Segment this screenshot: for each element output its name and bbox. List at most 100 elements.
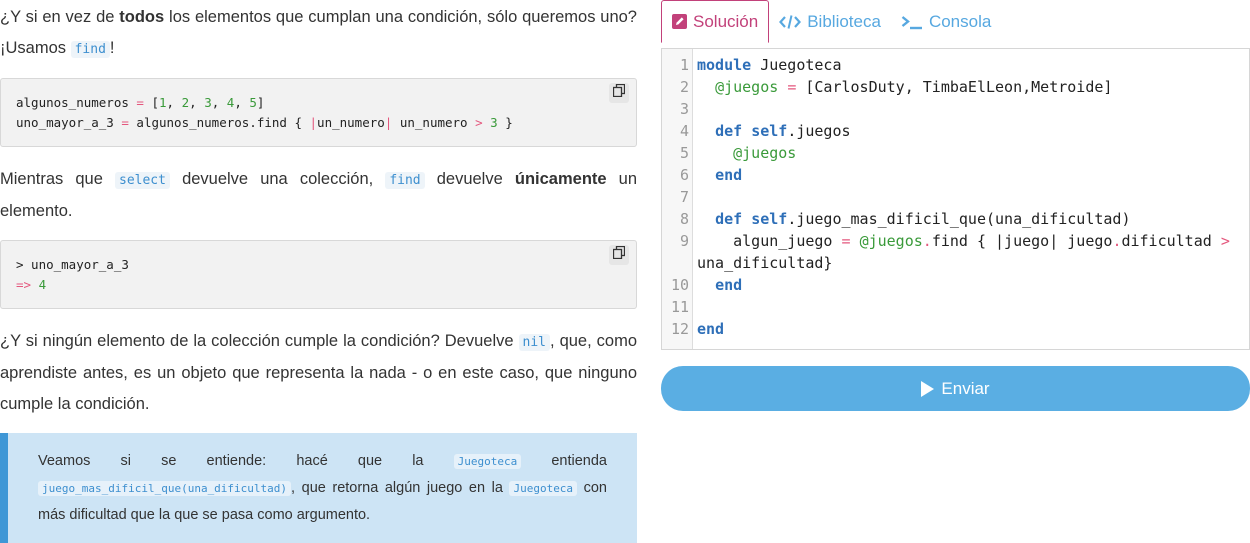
console-example: > uno_mayor_a_3 => 4	[0, 240, 637, 309]
editor-line: 7	[662, 186, 1250, 208]
editor-tabs: Solución Biblioteca Consola	[661, 0, 1250, 43]
tab-consola[interactable]: Consola	[891, 0, 1001, 43]
code-instance-var: @juegos	[733, 144, 797, 162]
callout-text: entienda	[521, 453, 607, 469]
callout-text: , que retorna algún juego en la	[291, 480, 510, 496]
code-keyword: module	[697, 56, 752, 74]
para-text: devuelve una colección,	[169, 170, 386, 188]
code-number: 3	[204, 95, 212, 110]
code-example-find: algunos_numeros = [1, 2, 3, 4, 5] uno_ma…	[0, 78, 637, 147]
tab-biblioteca[interactable]: Biblioteca	[769, 0, 891, 43]
code-number: 2	[181, 95, 190, 110]
code-keyword: end	[715, 276, 743, 294]
code-operator: =	[121, 114, 129, 130]
editor-line: 2 @juegos = [CarlosDuty, TimbaElLeon,Met…	[662, 76, 1250, 98]
code-instance-var: @juegos	[715, 78, 779, 96]
code-text: un_numero	[392, 114, 476, 130]
code-text: }	[497, 114, 513, 130]
editor-panel: Solución Biblioteca Consola 1 module Jueg…	[661, 0, 1250, 543]
exercise-callout: Veamos si se entiende: hacé que la Juego…	[0, 433, 637, 543]
line-number: 8	[679, 210, 689, 228]
para-text: devuelve	[424, 170, 515, 188]
code-text: [CarlosDuty, TimbaElLeon,Metroide]	[796, 78, 1113, 96]
code-text: dificultad	[1121, 232, 1221, 250]
editor-line: 5 @juegos	[662, 142, 1250, 164]
code-instance-var: @juegos	[859, 232, 923, 250]
inline-code-nil: nil	[518, 334, 551, 351]
code-text: .juegos	[787, 122, 851, 140]
code-keyword: end	[697, 320, 725, 338]
code-number: 4	[226, 95, 235, 110]
line-number: 12	[670, 320, 689, 338]
submit-button[interactable]: Enviar	[661, 366, 1250, 411]
editor-line: 11	[662, 296, 1250, 318]
inline-code-select: select	[115, 172, 170, 189]
code-pipe: |	[309, 114, 318, 130]
para-text: ¿Y si ningún elemento de la colección cu…	[0, 332, 519, 350]
play-icon	[921, 380, 935, 397]
code-editor[interactable]: 1 module Juegoteca 2 @juegos = [CarlosDut…	[661, 48, 1250, 350]
code-operator: =	[136, 95, 144, 110]
code-text: [	[143, 95, 160, 110]
line-number: 7	[679, 188, 689, 206]
code-keyword: end	[715, 166, 743, 184]
code-number: 1	[159, 95, 167, 110]
tab-solucion[interactable]: Solución	[661, 0, 770, 43]
console-result: 4	[38, 276, 47, 292]
copy-icon	[612, 245, 626, 265]
line-number: 2	[679, 78, 689, 96]
editor-line: 9 algun_juego = @juegos.find { |juego| j…	[662, 230, 1250, 252]
editor-line-wrap: una_dificultad}	[662, 252, 1250, 274]
editor-line: 10 end	[662, 274, 1250, 296]
code-keyword: self	[751, 210, 788, 228]
code-keyword: self	[751, 122, 788, 140]
code-operator: =	[787, 78, 797, 96]
intro-text-3: !	[109, 39, 115, 57]
code-operator: =	[841, 232, 851, 250]
code-dot: .	[922, 232, 932, 250]
tab-biblioteca-label: Biblioteca	[807, 11, 881, 31]
callout-text: Veamos si se entiende: hacé que la	[38, 453, 454, 469]
edit-icon	[672, 14, 687, 29]
editor-line: 3	[662, 98, 1250, 120]
line-number: 6	[679, 166, 689, 184]
line-number: 4	[679, 122, 689, 140]
code-operator: >	[475, 114, 483, 130]
code-icon	[779, 14, 802, 30]
editor-line: 12 end	[662, 318, 1250, 340]
editor-line: 4 def self.juegos	[662, 120, 1250, 142]
para-text: Mientras que	[0, 170, 115, 188]
code-text: ]	[256, 95, 265, 110]
line-number: 1	[679, 56, 689, 74]
submit-button-label: Enviar	[941, 378, 990, 398]
nil-paragraph: ¿Y si ningún elemento de la colección cu…	[0, 326, 637, 420]
editor-line: 8 def self.juego_mas_dificil_que(una_dif…	[662, 208, 1250, 230]
copy-console-button[interactable]	[609, 245, 629, 265]
bold-unicamente: únicamente	[514, 170, 607, 188]
copy-code-button[interactable]	[609, 83, 629, 103]
tab-solucion-label: Solución	[693, 11, 759, 31]
tab-consola-label: Consola	[928, 11, 992, 31]
code-text: algunos_numeros	[16, 95, 137, 110]
code-keyword: def	[715, 210, 743, 228]
code-number: 3	[490, 114, 498, 130]
line-number: 3	[679, 100, 689, 118]
code-text: find { |juego| juego	[931, 232, 1113, 250]
copy-icon	[612, 83, 626, 103]
line-number: 11	[670, 298, 689, 316]
terminal-icon	[901, 14, 923, 30]
line-number: 10	[670, 276, 689, 294]
code-keyword: def	[715, 122, 743, 140]
editor-line: 1 module Juegoteca	[662, 54, 1250, 76]
code-text: algunos_numeros.find {	[128, 114, 310, 130]
inline-code-find: find	[70, 41, 110, 58]
select-vs-find-paragraph: Mientras que select devuelve una colecci…	[0, 164, 637, 227]
inline-code-juegoteca: Juegoteca	[509, 481, 578, 496]
line-number: 9	[679, 232, 689, 250]
intro-paragraph: ¿Y si en vez de todos los elementos que …	[0, 2, 637, 65]
code-text: algun_juego	[733, 232, 842, 250]
console-arrow: =>	[16, 276, 32, 292]
inline-code-find: find	[385, 172, 425, 189]
code-text: uno_mayor_a_3	[16, 114, 122, 130]
code-text: una_dificultad}	[697, 254, 833, 272]
